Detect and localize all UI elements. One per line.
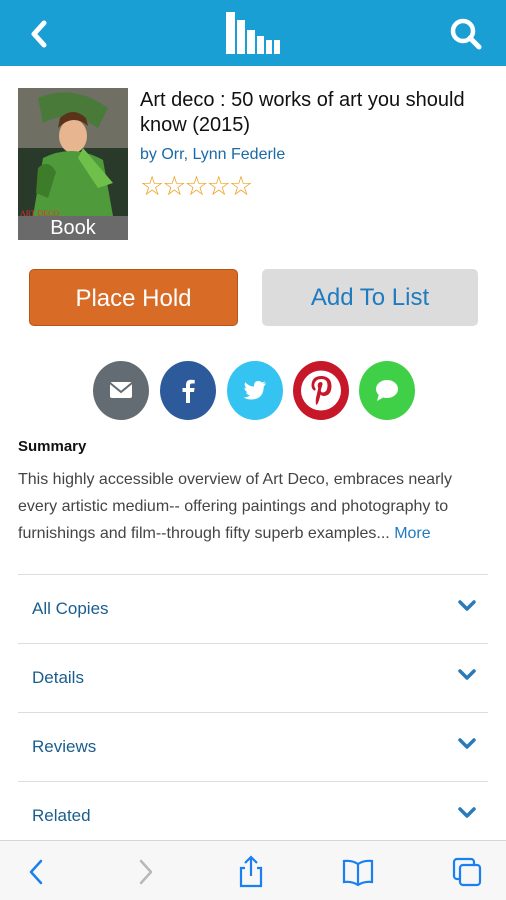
facebook-share-button[interactable] <box>160 361 216 420</box>
email-share-button[interactable] <box>93 361 149 420</box>
email-icon <box>109 382 133 398</box>
summary-text: This highly accessible overview of Art D… <box>18 466 494 547</box>
browser-tabs-icon[interactable] <box>450 855 484 889</box>
back-icon[interactable] <box>22 16 58 52</box>
star-rating[interactable]: ☆☆☆☆☆ <box>140 172 253 200</box>
top-bar <box>0 0 506 66</box>
chevron-down-icon <box>458 669 476 680</box>
chat-bubble-icon <box>376 380 398 401</box>
place-hold-button[interactable]: Place Hold <box>29 269 238 326</box>
twitter-icon <box>243 381 266 400</box>
search-icon[interactable] <box>448 16 484 52</box>
section-reviews[interactable]: Reviews <box>18 712 488 780</box>
browser-share-icon[interactable] <box>234 855 268 889</box>
twitter-share-button[interactable] <box>227 361 283 420</box>
chevron-down-icon <box>458 807 476 818</box>
browser-bookmarks-icon[interactable] <box>341 855 375 889</box>
summary-heading: Summary <box>18 438 87 455</box>
section-all-copies[interactable]: All Copies <box>18 574 488 642</box>
book-cover[interactable]: ART DECO Book <box>18 88 128 240</box>
add-to-list-button[interactable]: Add To List <box>262 269 478 326</box>
cover-art-image <box>18 88 128 216</box>
format-badge: Book <box>18 216 128 240</box>
browser-back-icon[interactable] <box>20 855 54 889</box>
summary-more-link[interactable]: More <box>394 525 430 542</box>
section-label: Related <box>32 806 91 825</box>
section-related[interactable]: Related <box>18 781 488 849</box>
pinterest-share-button[interactable] <box>293 361 349 420</box>
facebook-icon <box>182 379 195 403</box>
library-logo-icon[interactable] <box>224 10 284 56</box>
section-label: Reviews <box>32 737 97 756</box>
pinterest-icon <box>301 370 341 411</box>
summary-body: This highly accessible overview of Art D… <box>18 471 452 542</box>
author-link[interactable]: by Orr, Lynn Federle <box>140 146 285 164</box>
chevron-down-icon <box>458 600 476 611</box>
item-title: Art deco : 50 works of art you should kn… <box>140 89 465 136</box>
chevron-down-icon <box>458 738 476 749</box>
sms-share-button[interactable] <box>359 361 415 420</box>
browser-forward-icon[interactable] <box>128 855 162 889</box>
section-label: All Copies <box>32 599 109 618</box>
section-label: Details <box>32 668 84 687</box>
browser-toolbar <box>0 840 506 900</box>
section-details[interactable]: Details <box>18 643 488 711</box>
